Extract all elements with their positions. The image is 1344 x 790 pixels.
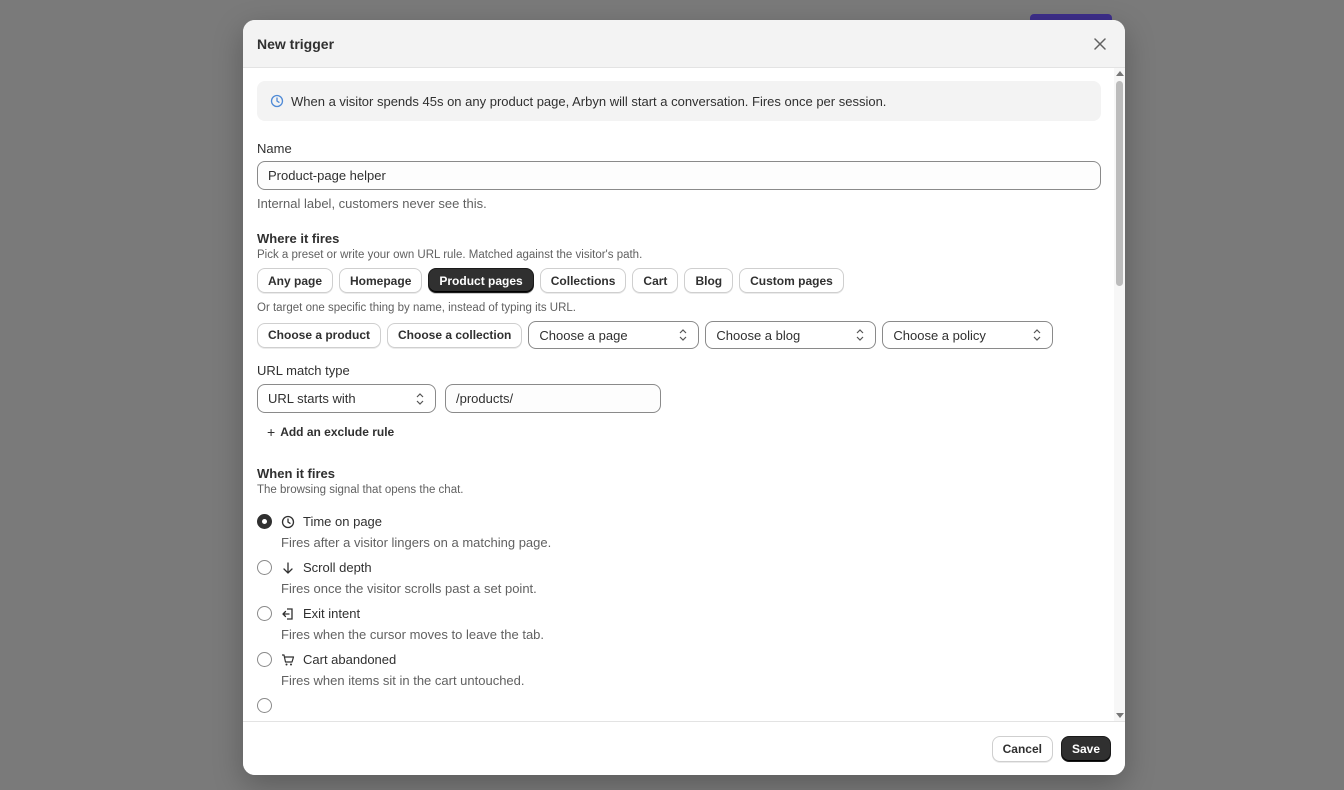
preset-homepage[interactable]: Homepage (339, 268, 423, 293)
preset-cart[interactable]: Cart (632, 268, 679, 293)
name-label: Name (257, 141, 292, 156)
where-title: Where it fires (257, 231, 340, 246)
preset-pills: Any page Homepage Product pages Collecti… (257, 268, 1101, 293)
radio-cart-abandoned[interactable] (257, 652, 272, 667)
modal-header: New trigger (243, 20, 1125, 68)
scrollbar[interactable] (1114, 68, 1125, 721)
select-chevron-icon (678, 328, 688, 342)
banner-text: When a visitor spends 45s on any product… (291, 93, 887, 109)
option-label: Scroll depth (303, 560, 372, 575)
url-match-row: URL starts with /products/ (257, 384, 1101, 413)
signal-option-partial[interactable] (257, 698, 1101, 713)
name-help: Internal label, customers never see this… (257, 196, 487, 211)
url-match-value: URL starts with (268, 391, 356, 406)
option-desc: Fires when the cursor moves to leave the… (281, 627, 545, 642)
new-trigger-modal: New trigger When a visitor spends 45s on… (243, 20, 1125, 775)
radio-time-on-page[interactable] (257, 514, 272, 529)
specific-targets: Choose a product Choose a collection Cho… (257, 321, 1101, 349)
option-desc: Fires when items sit in the cart untouch… (281, 673, 525, 688)
preset-blog[interactable]: Blog (684, 268, 734, 293)
url-input[interactable]: /products/ (445, 384, 661, 413)
option-label: Cart abandoned (303, 652, 397, 667)
select-chevron-icon (415, 392, 425, 406)
choose-page-select[interactable]: Choose a page (528, 321, 700, 349)
option-label: Time on page (303, 514, 383, 529)
modal-body[interactable]: When a visitor spends 45s on any product… (243, 68, 1125, 721)
when-title: When it fires (257, 466, 336, 481)
exit-icon (281, 607, 295, 621)
scroll-down-icon[interactable] (1116, 713, 1124, 718)
close-button[interactable] (1089, 33, 1111, 55)
add-exclude-label: Add an exclude rule (280, 425, 395, 439)
signal-option[interactable]: Exit intent Fires when the cursor moves … (257, 606, 1101, 642)
plus-icon: + (267, 424, 276, 440)
when-subtitle: The browsing signal that opens the chat. (257, 484, 464, 496)
signal-option[interactable]: Cart abandoned Fires when items sit in t… (257, 652, 1101, 688)
scroll-up-icon[interactable] (1116, 71, 1124, 76)
modal-footer: Cancel Save (243, 721, 1125, 775)
radio-partial[interactable] (257, 698, 272, 713)
preset-custom-pages[interactable]: Custom pages (739, 268, 844, 293)
choose-policy-value: Choose a policy (893, 327, 986, 343)
save-button[interactable]: Save (1060, 735, 1111, 762)
choose-page-value: Choose a page (539, 327, 628, 343)
select-chevron-icon (1032, 328, 1042, 342)
specific-help: Or target one specific thing by name, in… (257, 302, 576, 314)
add-exclude-rule-button[interactable]: + Add an exclude rule (257, 424, 1101, 440)
signal-option[interactable]: Time on page Fires after a visitor linge… (257, 514, 1101, 550)
scroll-thumb[interactable] (1116, 81, 1123, 286)
option-desc: Fires after a visitor lingers on a match… (281, 535, 552, 550)
radio-exit-intent[interactable] (257, 606, 272, 621)
name-input[interactable]: Product-page helper (257, 161, 1101, 190)
preset-product-pages[interactable]: Product pages (428, 268, 534, 293)
preset-any-page[interactable]: Any page (257, 268, 334, 293)
choose-policy-select[interactable]: Choose a policy (882, 321, 1054, 349)
clock-icon (270, 94, 284, 108)
cancel-button[interactable]: Cancel (991, 735, 1053, 762)
option-desc: Fires once the visitor scrolls past a se… (281, 581, 537, 596)
modal-title: New trigger (257, 35, 335, 52)
info-banner: When a visitor spends 45s on any product… (257, 81, 1101, 121)
close-icon (1094, 37, 1106, 50)
clock-icon (281, 515, 295, 529)
select-chevron-icon (855, 328, 865, 342)
signal-option[interactable]: Scroll depth Fires once the visitor scro… (257, 560, 1101, 596)
option-label: Exit intent (303, 606, 361, 621)
choose-collection-button[interactable]: Choose a collection (387, 322, 523, 348)
radio-scroll-depth[interactable] (257, 560, 272, 575)
choose-blog-select[interactable]: Choose a blog (705, 321, 877, 349)
arrow-down-icon (281, 561, 295, 575)
url-match-label: URL match type (257, 363, 350, 378)
choose-product-button[interactable]: Choose a product (257, 322, 382, 348)
preset-collections[interactable]: Collections (539, 268, 627, 293)
cart-icon (281, 653, 295, 667)
choose-blog-value: Choose a blog (716, 327, 801, 343)
url-match-select[interactable]: URL starts with (257, 384, 436, 413)
where-subtitle: Pick a preset or write your own URL rule… (257, 249, 643, 261)
